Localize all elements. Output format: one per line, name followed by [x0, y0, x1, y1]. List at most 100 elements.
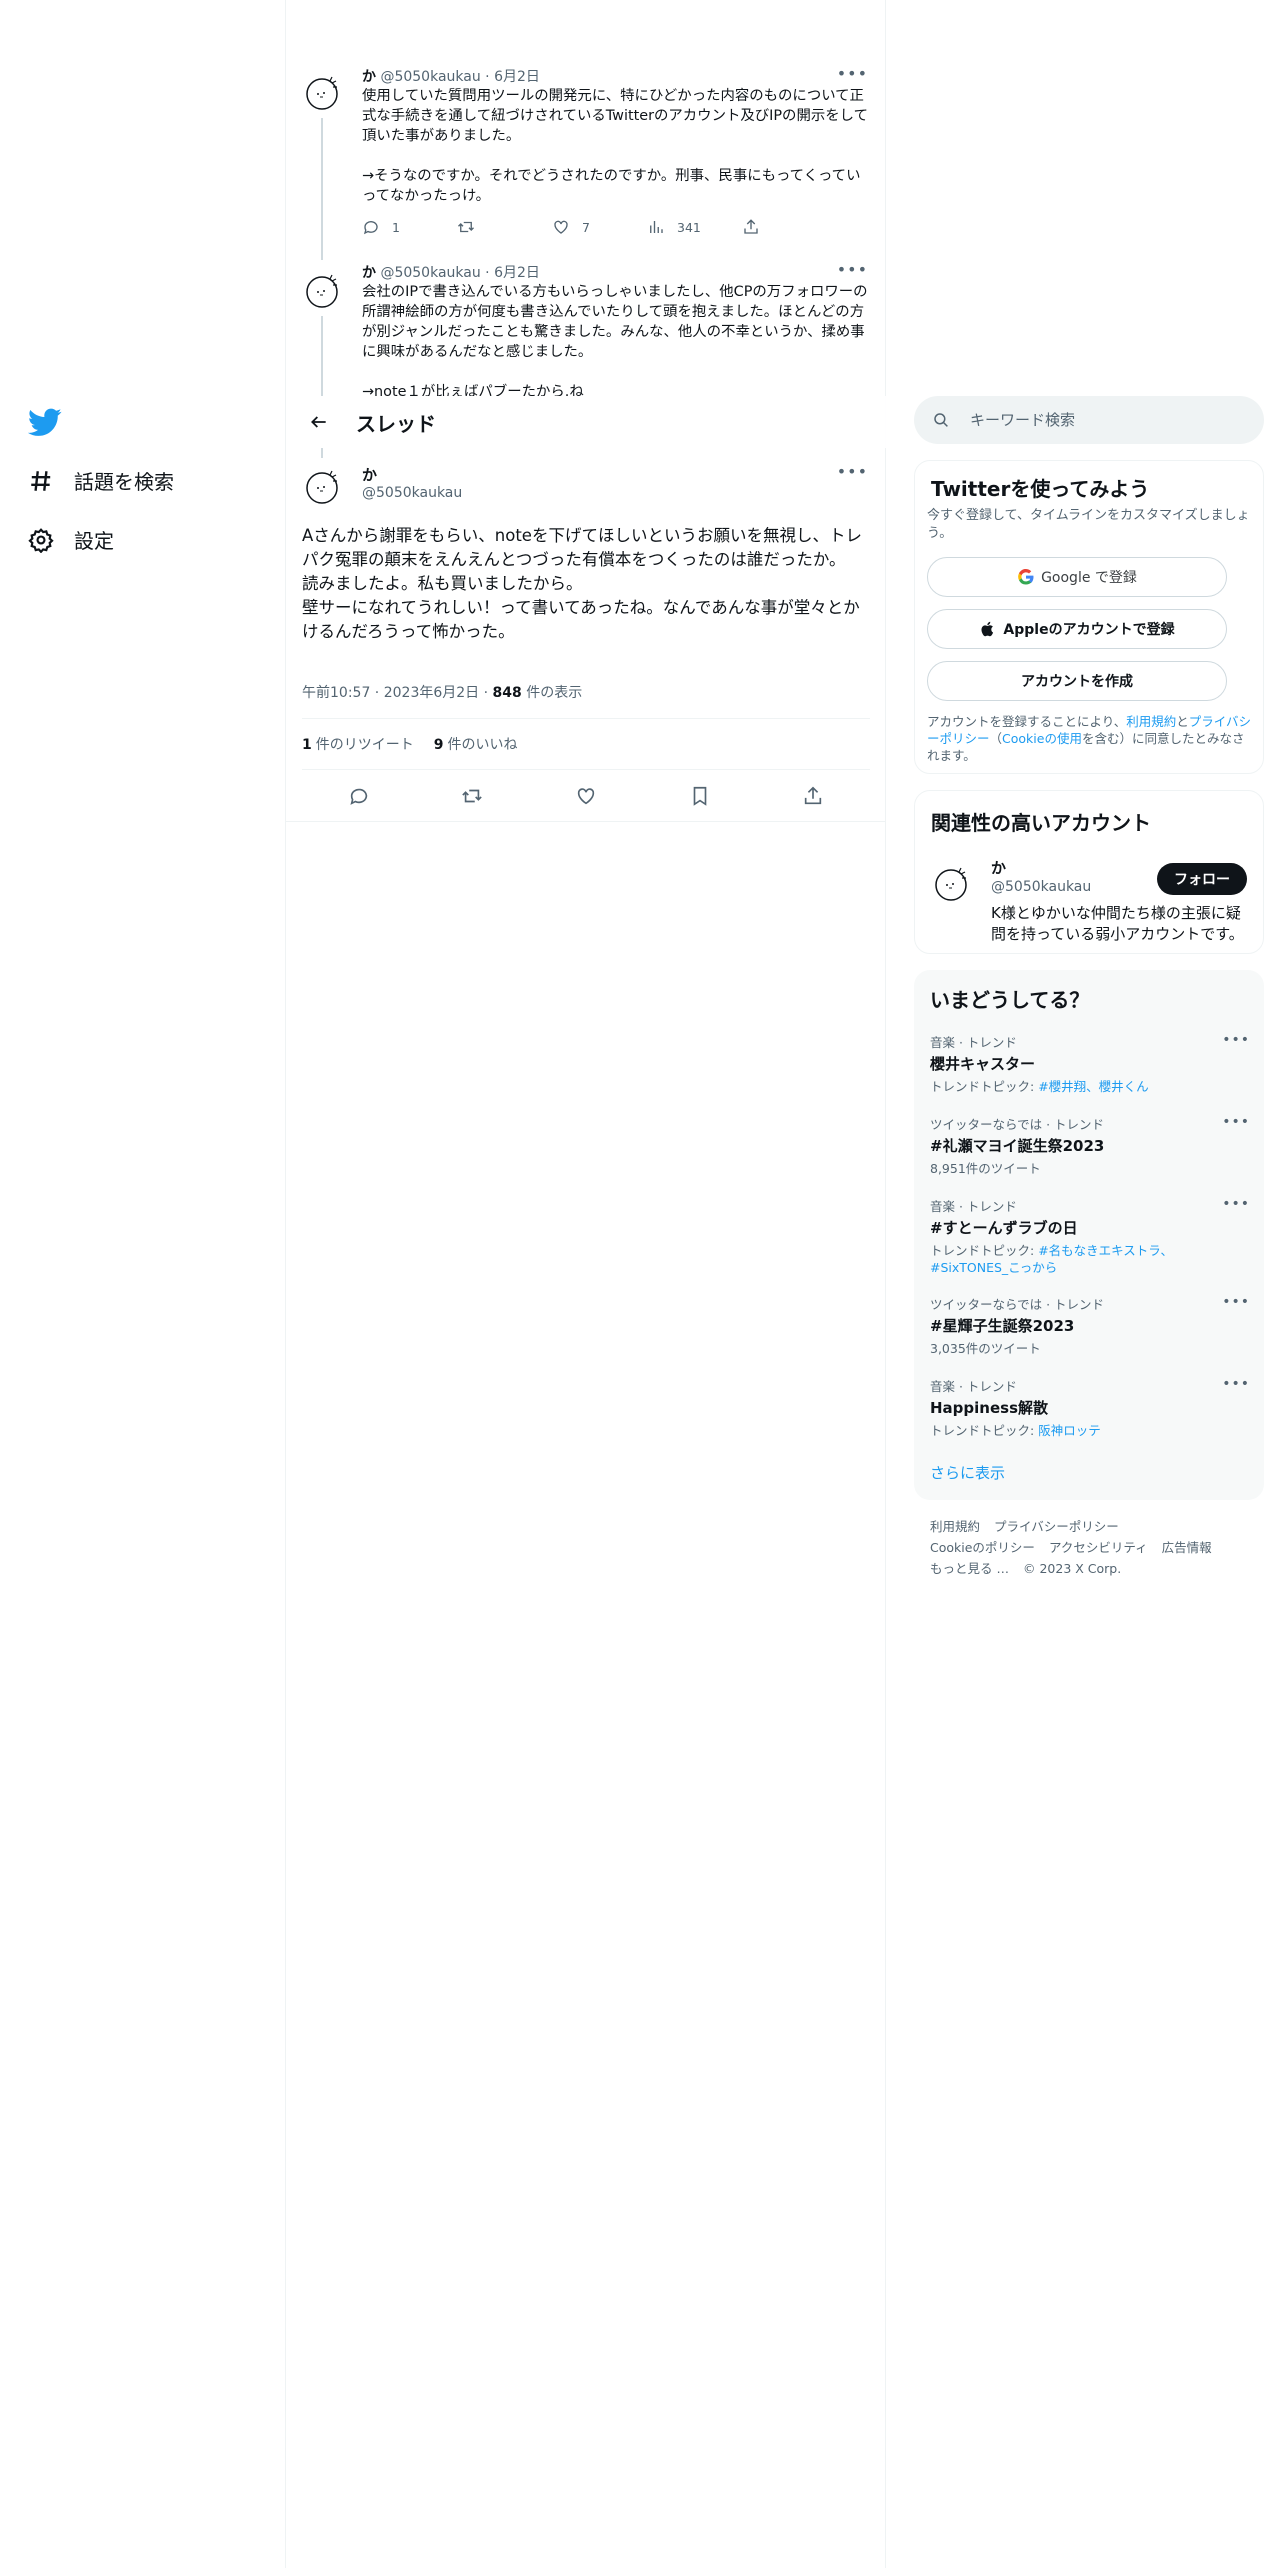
account-handle[interactable]: @5050kaukau: [991, 879, 1091, 895]
avatar[interactable]: [302, 270, 342, 310]
thread-tweet[interactable]: か @5050kaukau · 6月2日 ••• 会社のIPで書き込んでいる方も…: [286, 258, 886, 396]
more-options-icon[interactable]: •••: [1222, 1196, 1250, 1212]
trend-subtext: トレンドトピック: 阪神ロッテ: [930, 1422, 1250, 1439]
trend-sub-prefix: トレンドトピック:: [930, 1079, 1039, 1094]
twitter-logo-icon[interactable]: [28, 405, 62, 439]
share-icon[interactable]: [802, 785, 824, 807]
trend-context: 音楽 · トレンド: [930, 1199, 1017, 1214]
trend-topic-link[interactable]: #櫻井翔、櫻井くん: [1038, 1079, 1148, 1094]
tweet-date[interactable]: 6月2日: [494, 265, 540, 281]
more-options-icon[interactable]: •••: [1222, 1294, 1250, 1310]
tweet-author-name[interactable]: か: [362, 464, 377, 485]
tweet-author-handle[interactable]: @5050kaukau: [380, 265, 480, 281]
google-signup-button[interactable]: Google で登録: [927, 557, 1227, 597]
retweet-icon[interactable]: [461, 785, 483, 807]
retweet-icon: [458, 221, 474, 233]
footer-link[interactable]: 利用規約: [930, 1519, 980, 1534]
account-name[interactable]: か: [991, 857, 1006, 878]
show-more-link[interactable]: さらに表示: [930, 1462, 1005, 1483]
heart-icon: [554, 220, 568, 234]
trend-topic-link[interactable]: 阪神ロッテ: [1038, 1423, 1101, 1438]
likes-stat[interactable]: 9 件のいいね: [434, 734, 518, 754]
more-options-icon[interactable]: •••: [837, 462, 868, 481]
search-input[interactable]: [970, 411, 1230, 429]
thread-tweet[interactable]: か @5050kaukau · 6月2日 ••• 使用していた質問用ツールの開発…: [286, 60, 886, 260]
share-button[interactable]: [742, 218, 802, 236]
arrow-left-icon: [311, 416, 326, 428]
tweet-author-name[interactable]: か: [362, 69, 376, 85]
apple-logo-icon: [981, 621, 994, 637]
like-button[interactable]: 7: [552, 218, 612, 236]
relevant-accounts-panel: 関連性の高いアカウント か @5050kaukau フォロー K様とゆかいな仲間…: [914, 790, 1264, 954]
footer-link[interactable]: Cookieのポリシー: [930, 1540, 1035, 1555]
copyright: © 2023 X Corp.: [1022, 1561, 1122, 1576]
trend-sub-prefix: トレンドトピック:: [930, 1423, 1039, 1438]
reply-icon[interactable]: [348, 785, 370, 807]
main-column: か @5050kaukau · 6月2日 ••• 使用していた質問用ツールの開発…: [286, 0, 886, 2568]
nav-explore[interactable]: 話題を検索: [28, 466, 174, 495]
focused-tweet: か @5050kaukau ••• Aさんから謝罪をもらい、noteを下げてほし…: [286, 458, 886, 822]
more-options-icon[interactable]: •••: [1222, 1376, 1250, 1392]
tweet-full-date[interactable]: 2023年6月2日: [384, 685, 479, 701]
more-options-icon[interactable]: •••: [837, 64, 868, 83]
more-options-icon[interactable]: •••: [837, 260, 868, 279]
views-count: 848: [492, 685, 522, 701]
trend-item[interactable]: 音楽 · トレンド #すとーんずラブの日 トレンドトピック: #名もなきエキスト…: [930, 1196, 1250, 1276]
share-icon: [744, 219, 758, 234]
tweet-author-name[interactable]: か: [362, 265, 376, 281]
signup-title: Twitterを使ってみよう: [931, 477, 1150, 501]
back-button[interactable]: [302, 405, 336, 439]
trend-item[interactable]: ツイッターならでは · トレンド #星輝子生誕祭2023 3,035件のツイート…: [930, 1294, 1250, 1357]
tweet-stats: 1 件のリツイート 9 件のいいね: [302, 718, 870, 770]
footer-link[interactable]: アクセシビリティ: [1049, 1540, 1148, 1555]
legal-text: と: [1176, 714, 1189, 729]
footer-link[interactable]: 広告情報: [1162, 1540, 1212, 1555]
like-count: 7: [582, 219, 590, 235]
views-chart-icon: [650, 221, 663, 233]
views-button[interactable]: 341: [647, 218, 707, 236]
terms-link[interactable]: 利用規約: [1126, 714, 1176, 729]
like-count: 9: [433, 737, 444, 753]
legal-text: アカウントを登録することにより、: [927, 714, 1127, 729]
footer-link[interactable]: もっと見る …: [930, 1561, 1009, 1576]
tweet-date[interactable]: 6月2日: [494, 69, 540, 85]
tweet-timestamp: 午前10:57 · 2023年6月2日 · 848 件の表示: [302, 685, 583, 701]
footer-link[interactable]: プライバシーポリシー: [994, 1519, 1119, 1534]
avatar[interactable]: [931, 863, 971, 903]
trend-subtext: 8,951件のツイート: [930, 1160, 1250, 1177]
cookie-link[interactable]: Cookieの使用: [1002, 731, 1082, 746]
tweet-actions: [302, 770, 870, 822]
tweet-time[interactable]: 午前10:57: [302, 685, 370, 701]
retweet-button[interactable]: [457, 218, 517, 236]
tweet-author-handle[interactable]: @5050kaukau: [380, 69, 480, 85]
trend-sub-prefix: トレンドトピック:: [930, 1243, 1039, 1258]
trend-item[interactable]: ツイッターならでは · トレンド #礼瀬マヨイ誕生祭2023 8,951件のツイ…: [930, 1114, 1250, 1177]
trend-subtext: トレンドトピック: #櫻井翔、櫻井くん: [930, 1078, 1250, 1095]
create-account-label: アカウントを作成: [1021, 674, 1133, 690]
reply-button[interactable]: 1: [362, 218, 422, 236]
create-account-button[interactable]: アカウントを作成: [927, 661, 1227, 701]
search-box[interactable]: [914, 396, 1264, 444]
like-label: 件のいいね: [447, 737, 518, 753]
tweet-author-handle[interactable]: @5050kaukau: [362, 485, 462, 501]
legal-text: （: [989, 731, 1003, 746]
more-options-icon[interactable]: •••: [1222, 1032, 1250, 1048]
avatar[interactable]: [302, 72, 342, 112]
nav-settings-label: 設定: [74, 529, 114, 553]
nav-settings[interactable]: 設定: [28, 525, 114, 554]
retweets-stat[interactable]: 1 件のリツイート: [302, 734, 414, 754]
signup-legal-text: アカウントを登録することにより、利用規約とプライバシーポリシー（Cookieの使…: [927, 713, 1253, 764]
thread-connector: [321, 316, 323, 396]
retweet-count: 1: [302, 737, 312, 753]
apple-signup-button[interactable]: Appleのアカウントで登録: [927, 609, 1227, 649]
hashtag-icon: [31, 470, 51, 491]
avatar[interactable]: [302, 466, 342, 506]
trend-item[interactable]: 音楽 · トレンド Happiness解散 トレンドトピック: 阪神ロッテ ••…: [930, 1376, 1250, 1439]
heart-icon[interactable]: [575, 785, 597, 807]
more-options-icon[interactable]: •••: [1222, 1114, 1250, 1130]
page-title: スレッド: [356, 411, 436, 436]
follow-button[interactable]: フォロー: [1157, 863, 1247, 895]
trend-item[interactable]: 音楽 · トレンド 櫻井キャスター トレンドトピック: #櫻井翔、櫻井くん ••…: [930, 1032, 1250, 1095]
bookmark-icon[interactable]: [689, 785, 711, 807]
tweet-actions: 1 7 341: [362, 218, 802, 236]
